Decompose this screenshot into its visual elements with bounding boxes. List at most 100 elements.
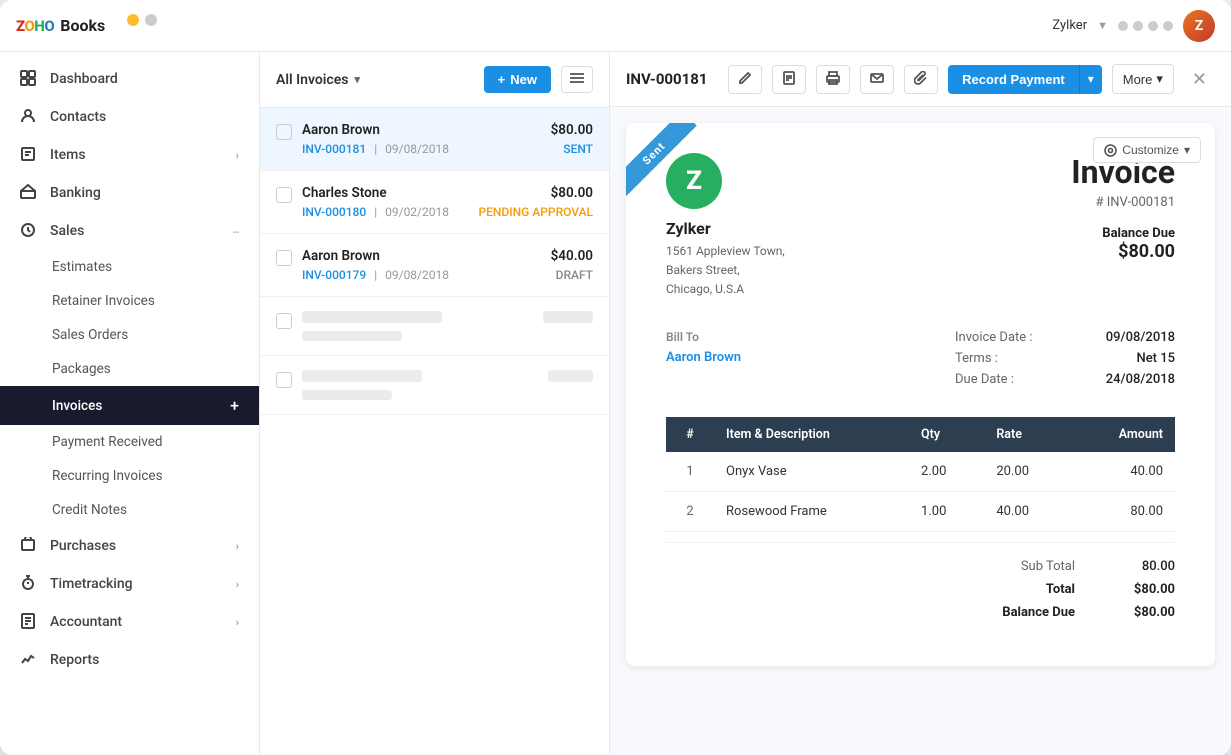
sidebar-label-contacts: Contacts [50,109,106,125]
title-bar-right: Zylker ▼ Z [1052,10,1215,42]
invoice-status-3: DRAFT [551,268,593,282]
sidebar-sub-estimates[interactable]: Estimates [0,250,259,284]
sidebar-item-reports[interactable]: Reports [0,641,259,679]
sidebar-sub-packages[interactable]: Packages [0,352,259,386]
sidebar-sub-payment[interactable]: Payment Received [0,425,259,459]
sidebar-item-dashboard[interactable]: Dashboard [0,60,259,98]
invoice-date-value: 09/08/2018 [1106,330,1175,345]
sent-ribbon-label: Sent [626,123,697,196]
invoice-status-1: SENT [551,142,593,156]
table-row-1: 1 Onyx Vase 2.00 20.00 40.00 [666,452,1175,492]
attachment-button[interactable] [904,65,938,94]
sidebar-item-contacts[interactable]: Contacts [0,98,259,136]
user-name: Zylker [1052,18,1087,33]
sidebar-item-banking[interactable]: Banking [0,174,259,212]
invoice-meta-3: INV-000179 | 09/08/2018 [302,268,541,282]
new-invoice-button[interactable]: + New [484,66,551,93]
sidebar-sub-recurring[interactable]: Recurring Invoices [0,459,259,493]
sidebar-sub-credit-notes[interactable]: Credit Notes [0,493,259,527]
table-row-2: 2 Rosewood Frame 1.00 40.00 80.00 [666,491,1175,531]
skeleton-info-1 [302,311,533,341]
sales-chevron: ‒ [233,225,239,238]
title-bar-left: ZOHO Books [16,14,175,38]
sidebar-item-timetracking[interactable]: Timetracking › [0,565,259,603]
sidebar-item-items[interactable]: Items › [0,136,259,174]
subtotal-label: Sub Total [975,559,1075,574]
invoice-table-header: # Item & Description Qty Rate Amount [666,417,1175,452]
invoice-meta-2: INV-000180 | 09/02/2018 [302,205,468,219]
dashboard-icon [20,70,38,88]
all-invoices-label: All Invoices [276,72,348,88]
hamburger-icon [570,72,584,84]
title-bar: ZOHO Books Zylker ▼ Z [0,0,1231,52]
pdf-button[interactable] [772,65,806,94]
sidebar-label-dashboard: Dashboard [50,71,118,87]
main-layout: Dashboard Contacts Items › [0,52,1231,755]
sidebar-label-timetracking: Timetracking [50,576,133,592]
col-header-num: # [666,417,714,452]
invoice-item-2[interactable]: Charles Stone INV-000180 | 09/02/2018 $8… [260,171,609,234]
bill-to-name[interactable]: Aaron Brown [666,350,741,365]
print-button[interactable] [816,65,850,94]
edit-button[interactable] [728,65,762,94]
customize-chevron: ▾ [1184,143,1190,157]
more-button[interactable]: More ▾ [1112,64,1174,94]
more-chevron: ▾ [1156,71,1163,87]
customize-button[interactable]: Customize ▾ [1093,137,1201,163]
balance-value: $80.00 [1115,605,1175,620]
address-line1: 1561 Appleview Town, [666,244,785,258]
skeleton-checkbox-2 [276,372,292,388]
invoice-checkbox-3[interactable] [276,250,292,266]
email-icon [870,71,884,85]
email-button[interactable] [860,65,894,94]
address-line2: Bakers Street, [666,263,740,277]
sidebar-item-purchases[interactable]: Purchases › [0,527,259,565]
invoice-list: Aaron Brown INV-000181 | 09/08/2018 $80.… [260,108,609,755]
invoice-info-1: Aaron Brown INV-000181 | 09/08/2018 [302,122,541,156]
contacts-icon [20,108,38,126]
invoice-checkbox-1[interactable] [276,124,292,140]
row1-rate: 20.00 [984,452,1070,492]
skeleton-name-1 [302,311,442,323]
invoice-date-label: Invoice Date : [955,330,1033,345]
skeleton-meta-2 [302,390,392,400]
row2-rate: 40.00 [984,491,1070,531]
timetracking-icon [20,575,38,593]
invoice-item-3[interactable]: Aaron Brown INV-000179 | 09/08/2018 $40.… [260,234,609,297]
balance-label: Balance Due [975,605,1075,620]
sub-label-sales-orders: Sales Orders [52,327,128,343]
bill-to-label: Bill To [666,330,741,344]
row1-qty: 2.00 [909,452,984,492]
traffic-lights [127,14,175,38]
invoice-right-1: $80.00 SENT [551,122,593,156]
invoice-checkbox-2[interactable] [276,187,292,203]
invoice-item-1[interactable]: Aaron Brown INV-000181 | 09/08/2018 $80.… [260,108,609,171]
customize-icon [1104,144,1117,157]
close-button[interactable]: ✕ [1184,65,1215,94]
sidebar-sub-retainer[interactable]: Retainer Invoices [0,284,259,318]
invoice-customer-3: Aaron Brown [302,248,541,264]
sidebar-sub-invoices[interactable]: Invoices + [0,386,259,425]
sub-label-credit-notes: Credit Notes [52,502,127,518]
record-payment-group: Record Payment ▾ [948,65,1102,94]
sidebar-sub-sales-orders[interactable]: Sales Orders [0,318,259,352]
all-invoices-dropdown[interactable]: All Invoices ▾ [276,72,360,88]
skeleton-checkbox-1 [276,313,292,329]
record-payment-button[interactable]: Record Payment [948,65,1079,94]
pdf-icon [782,71,796,85]
invoices-plus-icon[interactable]: + [230,396,239,415]
list-menu-button[interactable] [561,66,593,93]
invoice-number-3: INV-000179 [302,268,366,282]
invoice-meta-1: INV-000181 | 09/08/2018 [302,142,541,156]
purchases-icon [20,537,38,555]
sub-label-payment: Payment Received [52,434,163,450]
col-header-amount: Amount [1071,417,1175,452]
sidebar-item-accountant[interactable]: Accountant › [0,603,259,641]
due-date-label: Due Date : [955,372,1014,387]
sidebar-item-sales[interactable]: Sales ‒ [0,212,259,250]
record-payment-dropdown-button[interactable]: ▾ [1079,65,1102,94]
total-value: $80.00 [1115,582,1175,597]
meta-terms: Terms : Net 15 [955,351,1175,366]
skeleton-info-2 [302,370,538,400]
invoice-document: Sent Customize ▾ Z Zylker [626,123,1215,666]
